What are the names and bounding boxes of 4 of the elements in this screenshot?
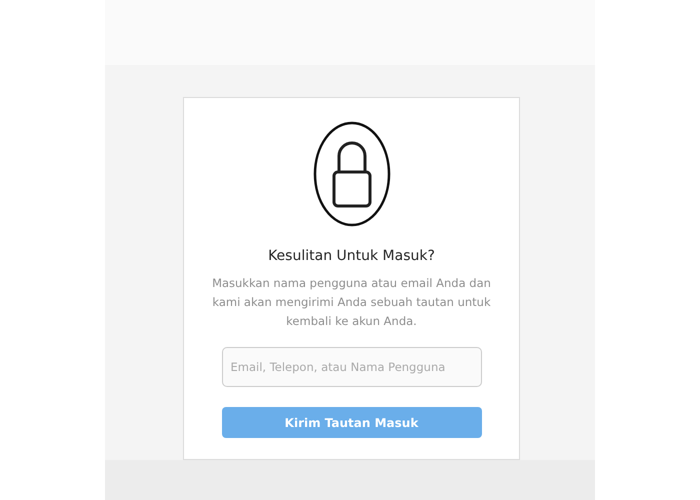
- card-title: Kesulitan Untuk Masuk?: [268, 248, 435, 264]
- description-text: Masukkan nama pengguna atau email Anda dan kami akan mengirimi Anda sebuah tautan untuk kembali ke akun Anda.: [211, 275, 492, 330]
- input-field[interactable]: Email, Telepon, atau Nama Pengguna: [222, 347, 482, 387]
- lock-icon: [312, 120, 392, 228]
